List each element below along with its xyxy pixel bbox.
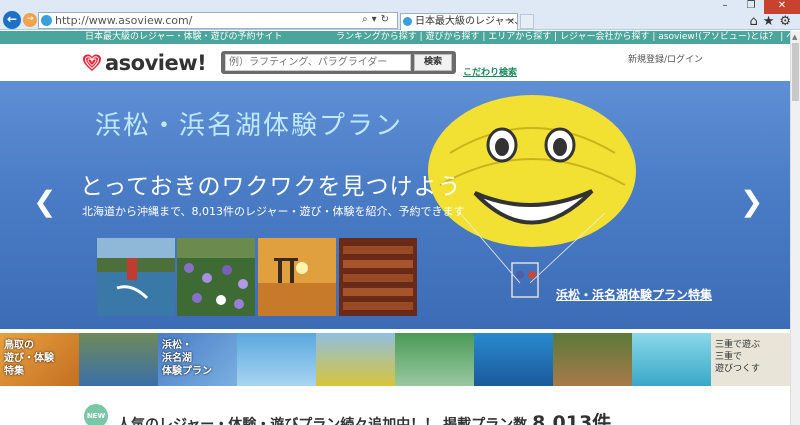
carousel-next-icon[interactable]: ❯ <box>740 185 763 218</box>
hero-title: 浜松・浜名湖体験プラン <box>95 111 404 141</box>
tile-mie-label: 三重で遊ぶ 三重で 遊びつくす <box>715 340 761 374</box>
search-refresh-icons[interactable]: ⌕▾↻ <box>362 14 393 25</box>
login-link[interactable]: 新規登録/ログイン <box>628 52 703 65</box>
site-topbar: 日本最大級のレジャー・体験・遊びの予約サイト ランキングから探す | 遊びから探… <box>0 31 800 44</box>
hero-photo-eel[interactable] <box>339 238 417 316</box>
address-url[interactable]: http://www.asoview.com/ <box>55 14 192 27</box>
tile-rafting[interactable] <box>79 333 158 386</box>
forward-arrow-icon[interactable]: → <box>23 13 37 27</box>
tile-hamamatsu[interactable]: 浜松・ 浜名湖 体験プラン <box>158 333 237 386</box>
tab-favicon-icon <box>403 17 412 26</box>
logo-heart-icon <box>83 54 101 71</box>
new-badge: NEW <box>84 404 108 425</box>
tile-sup[interactable] <box>632 333 711 386</box>
back-arrow-icon[interactable]: ← <box>3 11 21 29</box>
site-tagline: 日本最大級のレジャー・体験・遊びの予約サイト <box>85 32 283 42</box>
tile-bungee[interactable] <box>553 333 632 386</box>
minimize-button[interactable]: – <box>712 0 738 14</box>
hero-headline: とっておきのワクワクを見つけよう <box>80 174 462 200</box>
window-controls: – ❐ ✕ <box>712 0 800 14</box>
address-bar[interactable]: http://www.asoview.com/ ⌕▾↻ <box>38 12 398 29</box>
tile-canoe[interactable] <box>316 333 395 386</box>
browser-chrome: – ❐ ✕ ← → http://www.asoview.com/ ⌕▾↻ 日本… <box>0 0 800 30</box>
browser-tab[interactable]: 日本最大級のレジャー、遊び、... × <box>400 13 518 30</box>
search-box: 検索 <box>221 51 456 74</box>
site-favicon-icon <box>41 15 52 26</box>
page-scrollbar[interactable]: ▲ <box>790 31 800 425</box>
news-headline: 人気のレジャー・体験・遊びプラン続々追加中！！ 掲載プラン数 8,013件 <box>117 408 611 425</box>
carousel-prev-icon[interactable]: ❮ <box>33 185 56 218</box>
tab-close-icon[interactable]: × <box>507 14 515 29</box>
hero-feature-link[interactable]: 浜松・浜名湖体験プラン特集 <box>556 286 712 303</box>
logo-text: asoview! <box>105 51 207 75</box>
new-tab-button[interactable] <box>520 14 534 29</box>
site-logo[interactable]: asoview! <box>82 51 207 75</box>
hero-photo-jetpack[interactable] <box>97 238 175 316</box>
hero-subtext: 北海道から沖縄まで、8,013件のレジャー・遊び・体験を紹介、予約できます <box>82 205 465 218</box>
tile-paraglider[interactable] <box>237 333 316 386</box>
news-headline-text: 人気のレジャー・体験・遊びプラン続々追加中！！ 掲載プラン数 <box>117 417 528 425</box>
tile-mie[interactable]: 三重で遊ぶ 三重で 遊びつくす <box>711 333 790 386</box>
site-header: asoview! 検索 こだわり検索 新規登録/ログイン <box>0 44 790 81</box>
feature-tiles-strip: 鳥取の 遊び・体験 特集 浜松・ 浜名湖 体験プラン 三重で遊ぶ 三重で 遊びつ… <box>0 333 790 386</box>
scrollbar-thumb[interactable] <box>792 43 799 101</box>
search-button[interactable]: 検索 <box>414 54 452 71</box>
scroll-up-icon[interactable]: ▲ <box>792 33 797 41</box>
maximize-button[interactable]: ❐ <box>738 0 764 14</box>
hero-banner: 浜松・浜名湖体験プラン とっておきのワクワクを見つけよう 北海道から沖縄まで、8… <box>0 81 790 329</box>
tab-title: 日本最大級のレジャー、遊び、... <box>415 16 517 27</box>
plan-count: 8,013件 <box>532 412 612 425</box>
news-section: NEW 人気のレジャー・体験・遊びプラン続々追加中！！ 掲載プラン数 8,013… <box>0 386 790 425</box>
topbar-nav-links[interactable]: ランキングから探す | 遊びから探す | エリアから探す | レジャー会社から探… <box>336 31 800 44</box>
tile-tottori[interactable]: 鳥取の 遊び・体験 特集 <box>0 333 79 386</box>
tile-zipline[interactable] <box>395 333 474 386</box>
close-button[interactable]: ✕ <box>764 0 800 14</box>
tile-hamamatsu-label: 浜松・ 浜名湖 体験プラン <box>162 340 212 377</box>
browser-tools-icons[interactable]: ⌂★⚙ <box>749 14 796 29</box>
hero-photo-sunset[interactable] <box>258 238 336 316</box>
advanced-search-link[interactable]: こだわり検索 <box>463 65 517 78</box>
hero-photo-iris[interactable] <box>177 238 255 316</box>
tile-tottori-label: 鳥取の 遊び・体験 特集 <box>4 340 54 377</box>
tile-diving[interactable] <box>474 333 553 386</box>
search-input[interactable] <box>225 54 411 71</box>
